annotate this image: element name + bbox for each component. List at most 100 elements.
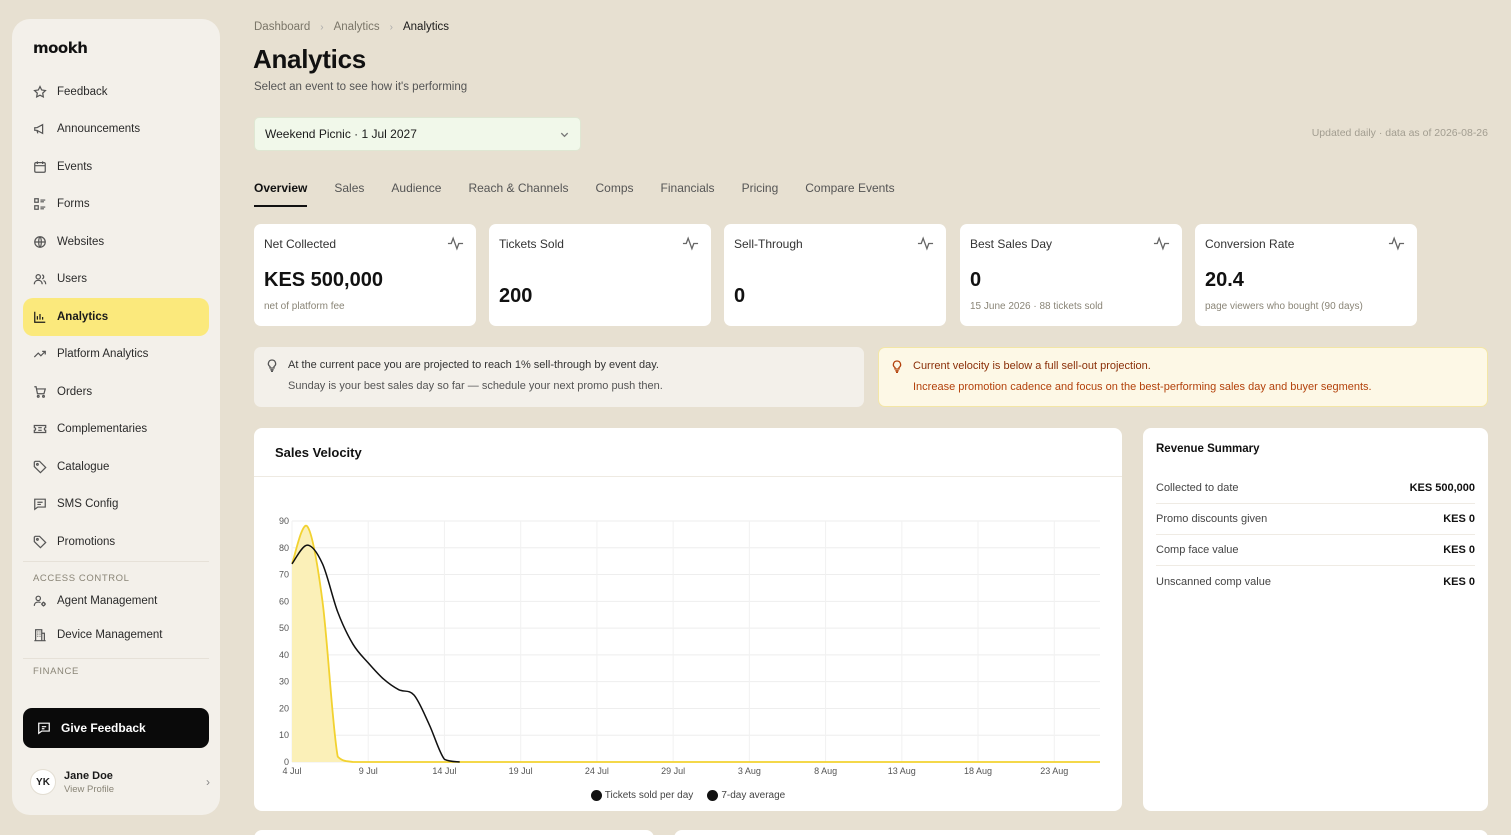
next-card-peek (674, 830, 1488, 835)
y-tick-label: 60 (279, 596, 289, 606)
sidebar-item-events[interactable]: Events (23, 148, 209, 186)
y-tick-label: 80 (279, 543, 289, 553)
revenue-row-label: Collected to date (1156, 482, 1239, 494)
message-icon (33, 497, 47, 511)
tab-financials[interactable]: Financials (661, 181, 715, 207)
sidebar-item-device-management[interactable]: Device Management (23, 618, 209, 652)
revenue-rows: Collected to date KES 500,000 Promo disc… (1156, 473, 1475, 597)
chevron-right-icon: › (389, 21, 393, 33)
sidebar-item-websites[interactable]: Websites (23, 223, 209, 261)
x-tick-label: 14 Jul (432, 766, 456, 776)
calendar-icon (33, 160, 47, 174)
sidebar-item-label: Agent Management (57, 594, 158, 607)
tab-audience[interactable]: Audience (391, 181, 441, 207)
kpi-sub: 15 June 2026 · 88 tickets sold (970, 301, 1103, 312)
tab-bar: Overview Sales Audience Reach & Channels… (254, 181, 895, 207)
sidebar-item-users[interactable]: Users (23, 261, 209, 299)
revenue-row-value: KES 0 (1443, 544, 1475, 556)
sidebar-item-orders[interactable]: Orders (23, 373, 209, 411)
revenue-row-value: KES 0 (1443, 575, 1475, 588)
sidebar-nav: Feedback Announcements Events Forms Webs… (23, 73, 209, 677)
tickets-area (292, 525, 1100, 762)
legend-swatch (707, 790, 719, 801)
chevron-right-icon: › (206, 775, 210, 789)
tab-overview[interactable]: Overview (254, 181, 308, 207)
legend-item-average[interactable]: 7-day average (707, 790, 785, 801)
cart-icon (33, 385, 47, 399)
x-tick-label: 24 Jul (585, 766, 609, 776)
sidebar-item-sms-config[interactable]: SMS Config (23, 486, 209, 524)
sidebar-item-forms[interactable]: Forms (23, 186, 209, 224)
avatar: YK (30, 769, 56, 795)
sidebar-item-announcements[interactable]: Announcements (23, 111, 209, 149)
sales-velocity-card: Sales Velocity 0 10 20 30 40 50 60 70 80 90 4 Jul 9… (254, 428, 1122, 811)
chevron-down-icon (559, 129, 570, 143)
y-tick-label: 40 (279, 650, 289, 660)
star-icon (33, 84, 47, 99)
x-tick-label: 29 Jul (661, 766, 685, 776)
building-icon (33, 628, 47, 642)
y-tick-label: 20 (279, 703, 289, 713)
sidebar-item-complementaries[interactable]: Complementaries (23, 411, 209, 449)
insight-line-2: Sunday is your best sales day so far — s… (288, 380, 663, 392)
tab-sales[interactable]: Sales (334, 181, 364, 207)
sidebar-item-platform-analytics[interactable]: Platform Analytics (23, 336, 209, 374)
sidebar-item-promotions[interactable]: Promotions (23, 523, 209, 561)
kpi-label: Best Sales Day (970, 237, 1053, 251)
revenue-row-label: Promo discounts given (1156, 513, 1268, 525)
sidebar-item-label: Announcements (57, 123, 141, 136)
tab-pricing[interactable]: Pricing (742, 181, 779, 207)
breadcrumb-dashboard[interactable]: Dashboard (254, 21, 310, 33)
sidebar-item-label: Device Management (57, 628, 163, 641)
tab-compare-events[interactable]: Compare Events (805, 181, 894, 207)
kpi-card-sell-through: Sell-Through 0 (724, 224, 946, 326)
logo-text: mookh (33, 39, 88, 57)
sidebar-item-label: Catalogue (57, 460, 110, 473)
kpi-value: 200 (499, 285, 533, 307)
legend-swatch (590, 790, 602, 801)
tab-comps[interactable]: Comps (596, 181, 634, 207)
revenue-row-label: Comp face value (1156, 544, 1239, 556)
view-profile-link[interactable]: View Profile (64, 784, 114, 795)
sidebar-item-feedback[interactable]: Feedback (23, 73, 209, 111)
legend-label: 7-day average (721, 790, 786, 801)
kpi-sub: page viewers who bought (90 days) (1205, 301, 1363, 312)
y-tick-label: 70 (279, 570, 289, 580)
sidebar-item-label: Orders (57, 385, 93, 398)
sidebar-item-analytics[interactable]: Analytics (23, 298, 209, 336)
event-select[interactable]: Weekend Picnic · 1 Jul 2027 (254, 117, 581, 151)
kpi-value: 0 (970, 269, 982, 291)
sidebar-item-label: SMS Config (57, 498, 119, 511)
revenue-row-label: Unscanned comp value (1156, 575, 1271, 588)
event-select-value: Weekend Picnic · 1 Jul 2027 (265, 127, 417, 141)
tab-reach-channels[interactable]: Reach & Channels (468, 181, 568, 207)
section-label-finance: FINANCE (33, 665, 79, 677)
legend-item-tickets[interactable]: Tickets sold per day (590, 790, 694, 801)
breadcrumb: Dashboard › Analytics › Analytics (254, 21, 449, 33)
tag-icon (33, 535, 47, 549)
chevron-right-icon: › (320, 21, 324, 33)
profile-menu[interactable]: YK Jane Doe View Profile › (30, 764, 210, 800)
kpi-card-best-sales-day: Best Sales Day 0 15 June 2026 · 88 ticke… (960, 224, 1182, 326)
x-tick-label: 8 Aug (814, 766, 837, 776)
sidebar-item-catalogue[interactable]: Catalogue (23, 448, 209, 486)
revenue-row-value: KES 0 (1443, 513, 1475, 525)
breadcrumb-analytics[interactable]: Analytics (334, 21, 380, 33)
kpi-value: KES 500,000 (264, 269, 383, 291)
give-feedback-button[interactable]: Give Feedback (23, 708, 209, 748)
kpi-label: Tickets Sold (499, 237, 564, 251)
logo[interactable]: mookh (33, 39, 88, 57)
tickets-line (291, 525, 1100, 763)
revenue-row: Unscanned comp value KES 0 (1156, 566, 1475, 597)
chart-legend: Tickets sold per day 7-day average (254, 790, 1122, 801)
legend-label: Tickets sold per day (604, 790, 694, 801)
sidebar-item-agent-management[interactable]: Agent Management (23, 584, 209, 618)
x-tick-label: 19 Jul (509, 766, 533, 776)
y-tick-label: 90 (279, 516, 289, 526)
kpi-label: Net Collected (264, 237, 337, 251)
x-tick-label: 4 Jul (282, 766, 301, 776)
revenue-row-value: KES 500,000 (1409, 482, 1475, 494)
feedback-icon (38, 722, 50, 735)
x-tick-label: 13 Aug (888, 766, 916, 776)
profile-name: Jane Doe (64, 769, 113, 782)
